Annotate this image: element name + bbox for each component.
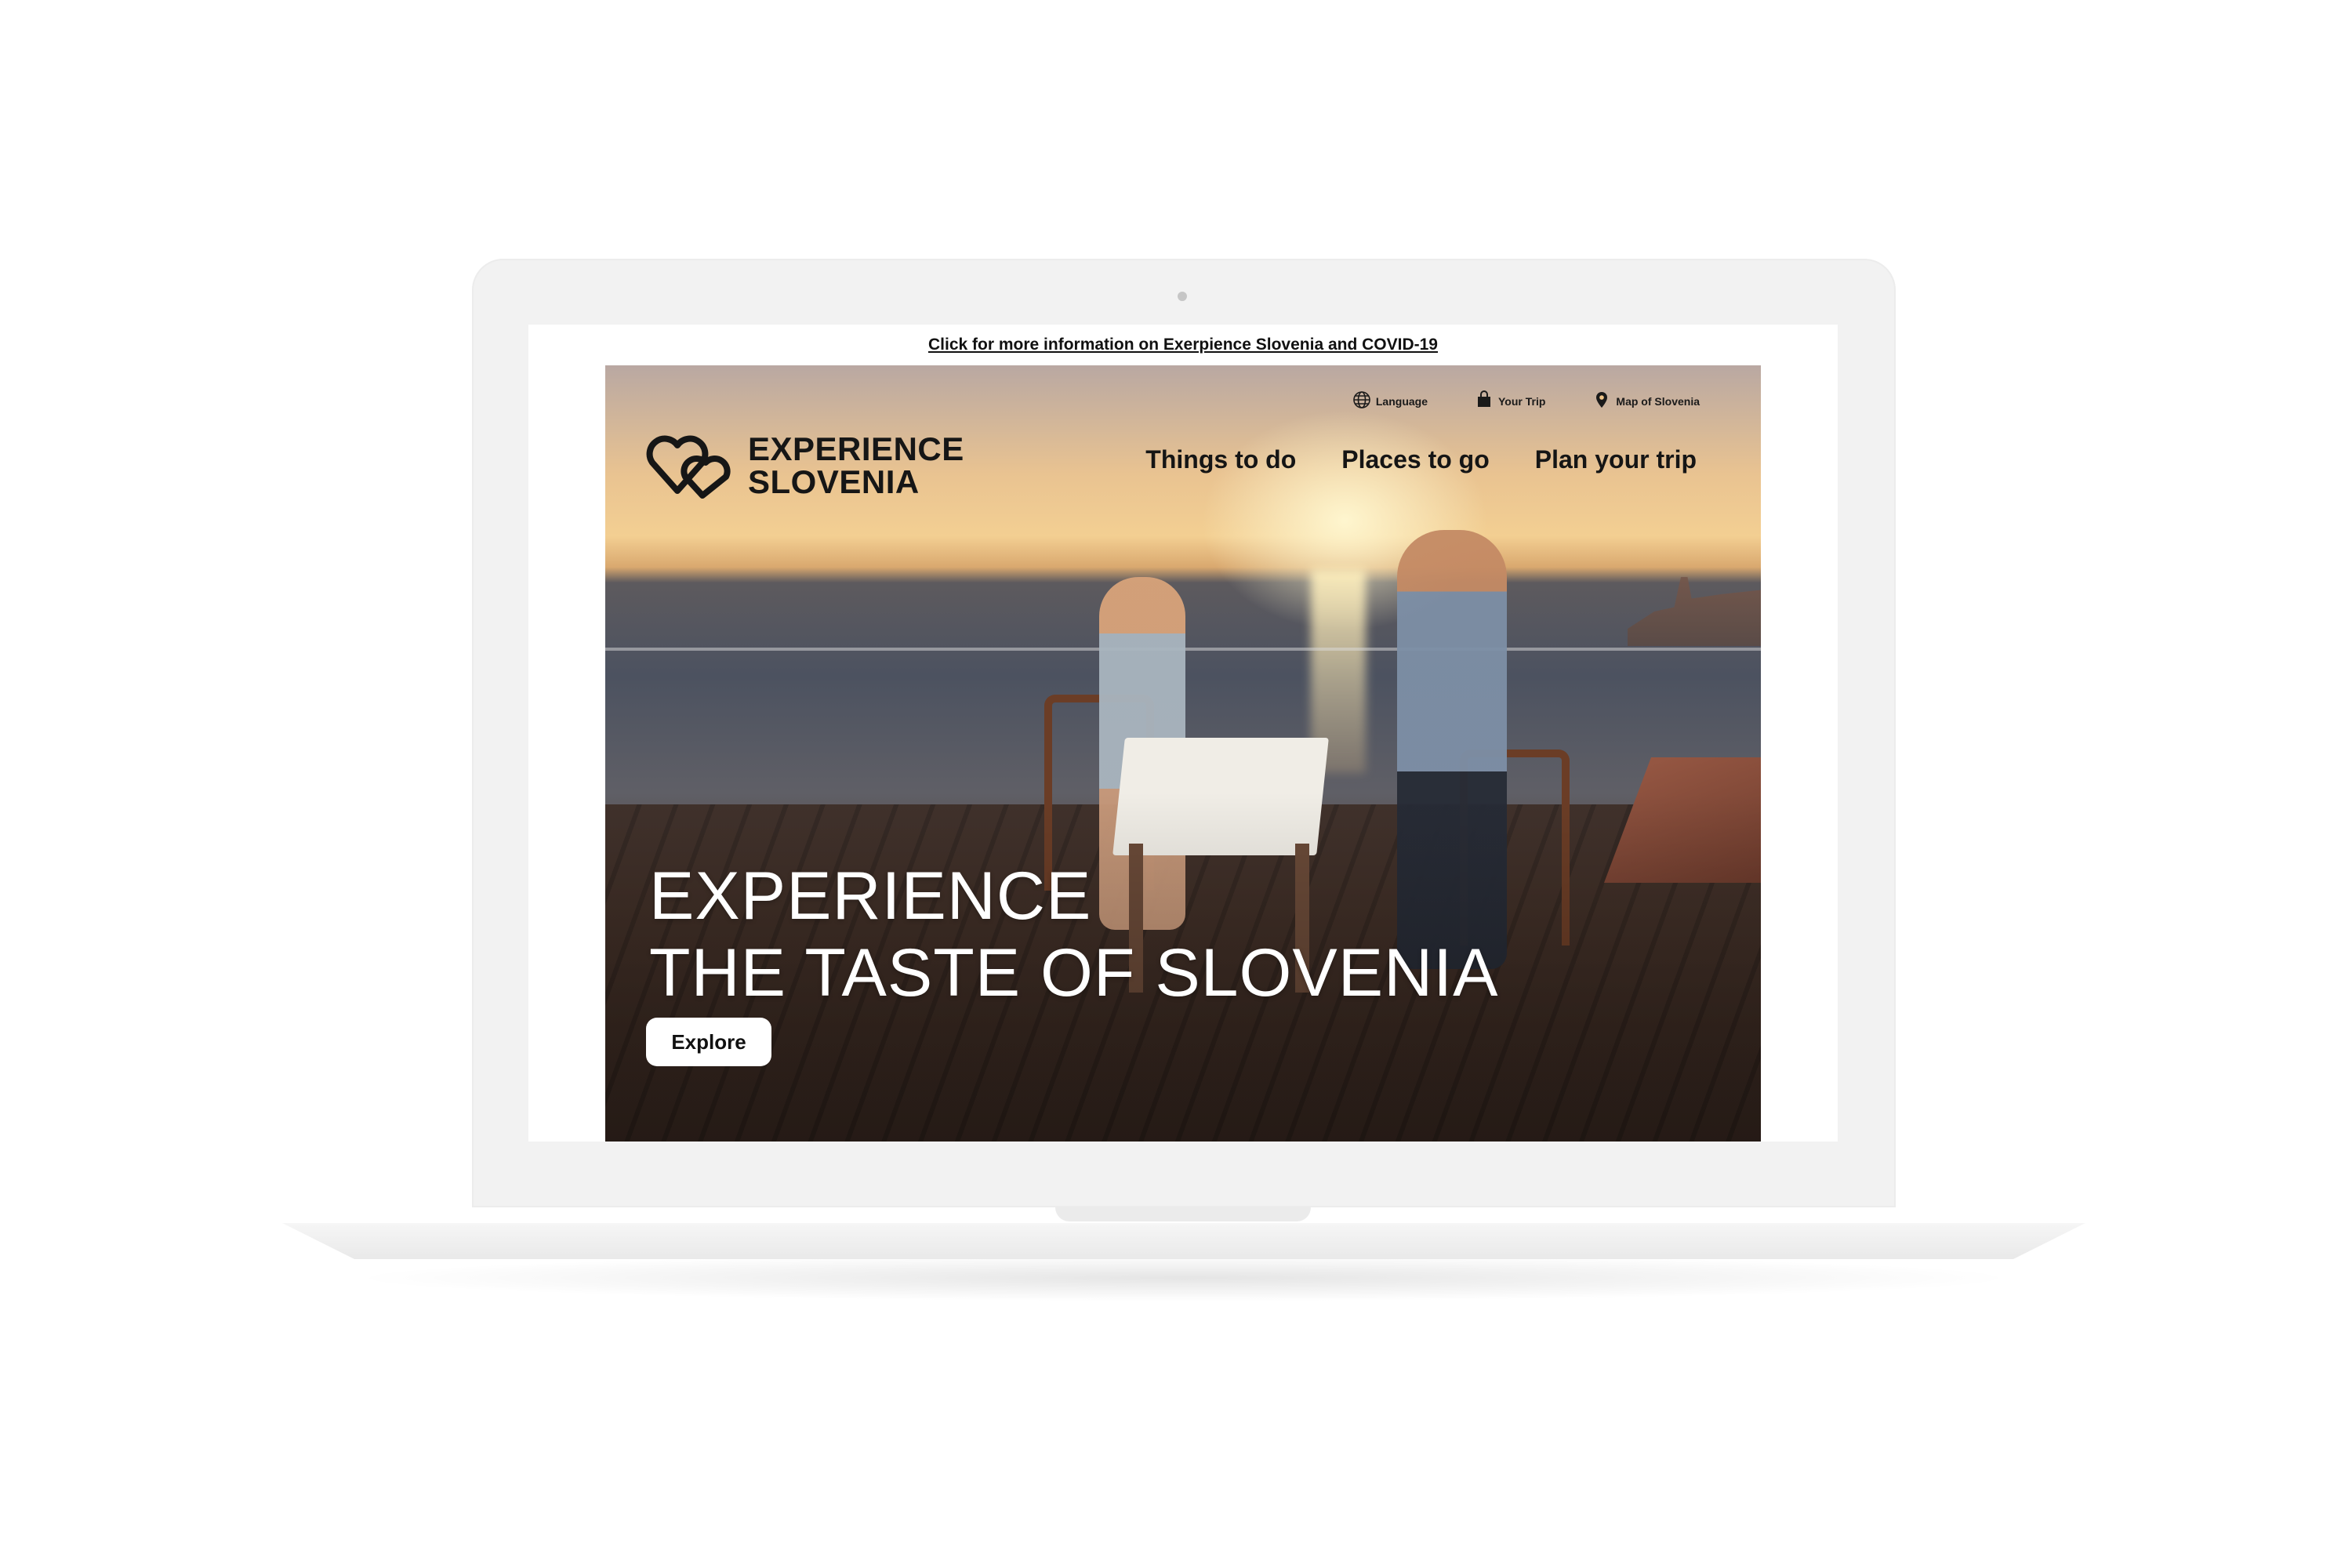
map-pin-icon	[1592, 390, 1611, 412]
laptop-notch	[1055, 1207, 1311, 1221]
covid-info-link[interactable]: Click for more information on Exerpience…	[928, 336, 1438, 354]
hero-headline-line-1: EXPERIENCE	[649, 858, 1092, 934]
nav-plan-your-trip[interactable]: Plan your trip	[1535, 445, 1697, 474]
logo-wordmark: EXPERIENCE SLOVENIA	[748, 430, 964, 500]
map-label: Map of Slovenia	[1616, 394, 1700, 408]
logo-line-1: EXPERIENCE	[748, 430, 964, 467]
site-logo[interactable]: EXPERIENCE SLOVENIA	[646, 428, 964, 503]
main-nav: Things to do Places to go Plan your trip	[1145, 445, 1697, 474]
hero-headline-line-2: THE TASTE OF SLOVENIA	[649, 935, 1499, 1011]
globe-icon	[1352, 390, 1371, 412]
map-link[interactable]: Map of Slovenia	[1592, 390, 1700, 412]
laptop-shadow	[345, 1254, 2023, 1301]
hero-headline: EXPERIENCE THE TASTE OF SLOVENIA	[649, 858, 1499, 1011]
nav-things-to-do[interactable]: Things to do	[1145, 445, 1296, 474]
logo-line-2: SLOVENIA	[748, 463, 920, 500]
laptop-base	[282, 1223, 2085, 1259]
laptop-screen: Click for more information on Exerpience…	[528, 325, 1838, 1142]
camera-dot	[1178, 292, 1187, 301]
double-heart-icon	[646, 428, 734, 503]
hero-banner: Language Your Trip Map of Slovenia EXPER…	[605, 365, 1761, 1142]
language-link[interactable]: Language	[1352, 390, 1428, 412]
nav-places-to-go[interactable]: Places to go	[1341, 445, 1490, 474]
your-trip-label: Your Trip	[1498, 394, 1546, 408]
utility-nav: Language Your Trip Map of Slovenia	[1352, 390, 1700, 412]
language-label: Language	[1375, 394, 1428, 408]
your-trip-link[interactable]: Your Trip	[1475, 390, 1545, 412]
explore-button[interactable]: Explore	[646, 1018, 771, 1066]
bag-icon	[1475, 390, 1494, 412]
announcement-bar: Click for more information on Exerpience…	[528, 325, 1838, 365]
